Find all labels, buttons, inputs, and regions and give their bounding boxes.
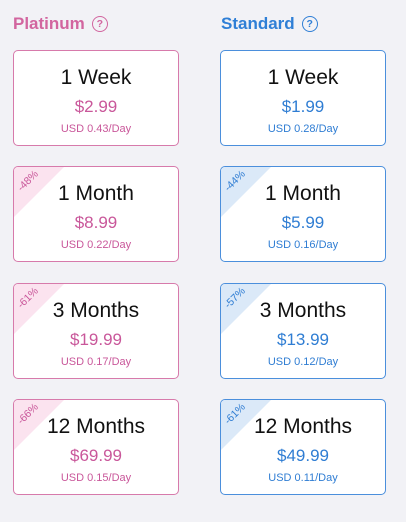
- plan-price: $1.99: [281, 97, 325, 116]
- plan-duration: 12 Months: [46, 415, 146, 438]
- plan-duration: 1 Week: [60, 66, 132, 89]
- plan-duration: 3 Months: [259, 299, 347, 322]
- standard-title: Standard: [221, 14, 295, 33]
- standard-header: Standard ?: [221, 14, 318, 34]
- plan-duration: 3 Months: [52, 299, 140, 322]
- plan-duration: 1 Month: [58, 182, 134, 205]
- plan-duration: 1 Week: [267, 66, 339, 89]
- plan-price: $13.99: [277, 330, 329, 349]
- standard-plan-12-months[interactable]: -61% 12 Months $49.99 USD 0.11/Day: [220, 399, 386, 495]
- plan-per-day: USD 0.11/Day: [268, 472, 338, 484]
- platinum-plan-1-month[interactable]: -48% 1 Month $8.99 USD 0.22/Day: [13, 166, 179, 262]
- platinum-title: Platinum: [13, 14, 85, 33]
- standard-help-icon[interactable]: ?: [301, 16, 318, 32]
- plan-per-day: USD 0.22/Day: [60, 239, 132, 251]
- plan-duration: 12 Months: [253, 415, 353, 438]
- standard-plan-1-month[interactable]: -44% 1 Month $5.99 USD 0.16/Day: [220, 166, 386, 262]
- platinum-plan-3-months[interactable]: -61% 3 Months $19.99 USD 0.17/Day: [13, 283, 179, 379]
- plan-price: $5.99: [281, 213, 325, 232]
- platinum-header: Platinum ?: [13, 14, 108, 34]
- plan-per-day: USD 0.43/Day: [60, 123, 132, 135]
- plan-per-day: USD 0.28/Day: [267, 123, 339, 135]
- platinum-plan-1-week[interactable]: 1 Week $2.99 USD 0.43/Day: [13, 50, 179, 146]
- standard-plan-1-week[interactable]: 1 Week $1.99 USD 0.28/Day: [220, 50, 386, 146]
- platinum-plan-12-months[interactable]: -66% 12 Months $69.99 USD 0.15/Day: [13, 399, 179, 495]
- plan-duration: 1 Month: [265, 182, 341, 205]
- plan-price: $69.99: [70, 446, 122, 465]
- plan-per-day: USD 0.12/Day: [267, 356, 339, 368]
- plan-price: $19.99: [70, 330, 122, 349]
- plan-price: $2.99: [74, 97, 118, 116]
- standard-plan-3-months[interactable]: -57% 3 Months $13.99 USD 0.12/Day: [220, 283, 386, 379]
- subscription-plans: Platinum ? Standard ? 1 Week $2.99 USD 0…: [0, 0, 406, 522]
- plan-price: $49.99: [277, 446, 329, 465]
- plan-per-day: USD 0.17/Day: [60, 356, 132, 368]
- plan-per-day: USD 0.15/Day: [60, 472, 132, 484]
- plan-price: $8.99: [74, 213, 118, 232]
- platinum-help-icon[interactable]: ?: [91, 16, 108, 32]
- plan-per-day: USD 0.16/Day: [267, 239, 339, 251]
